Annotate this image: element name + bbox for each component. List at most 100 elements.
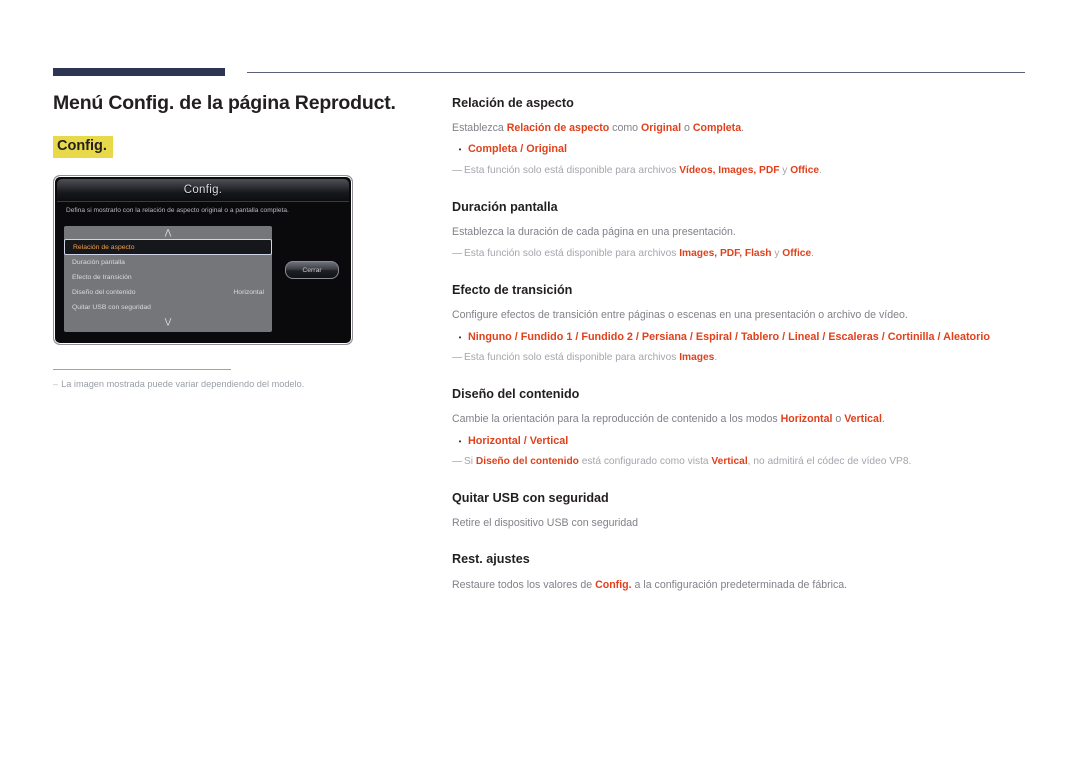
note-part: . [811,248,814,260]
section-title: Relación de aspecto [452,96,574,110]
caption-dash-icon: ‒ [53,379,59,390]
device-menu-item-value: Horizontal [233,289,264,297]
desc-text: a la configuración predeterminada de fáb… [631,578,848,591]
note-dash-icon: ― [452,352,462,364]
options-list: Horizontal / Vertical [468,434,569,447]
chevron-down-icon[interactable]: ⋁ [64,315,272,328]
options-list: Ninguno / Fundido 1 / Fundido 2 / Persia… [468,330,990,343]
rule-thin-line [247,72,1025,73]
bullet-point-icon: • [458,332,462,342]
image-caption: ‒ La imagen mostrada puede variar dependi… [53,379,304,391]
section-description: Cambie la orientación para la reproducci… [452,412,1030,426]
desc-text: Establezca [452,122,507,135]
desc-highlight: Relación de aspecto [506,122,610,135]
desc-highlight: Horizontal [780,413,833,426]
desc-highlight: Completa [692,122,742,135]
device-titlebar-divider [57,201,349,203]
options-bullet-row: • Ninguno / Fundido 1 / Fundido 2 / Pers… [452,331,1030,344]
device-menu-item-relacion-de-aspecto[interactable]: Relación de aspecto [64,239,272,256]
note-dash-icon: ― [452,165,462,177]
section-description: Establezca Relación de aspecto como Orig… [452,121,1030,135]
note-highlight: Office [782,248,812,260]
section-description: Restaure todos los valores de Config. a … [452,578,1030,592]
section-title: Quitar USB con seguridad [452,491,609,506]
device-menu-item-diseno-del-contenido[interactable]: Diseño del contenido Horizontal [64,285,272,300]
section-relacion-de-aspecto: Relación de aspecto Establezca Relación … [452,96,1030,178]
device-titlebar: Config. [57,179,349,202]
device-menu-item-duracion-pantalla[interactable]: Duración pantalla [64,255,272,270]
section-title: Rest. ajustes [452,552,530,567]
device-title: Config. [183,184,223,197]
bullet-point-icon: • [458,436,462,446]
device-menu-item-efecto-de-transicion[interactable]: Efecto de transición [64,270,272,285]
image-caption-block: ‒ La imagen mostrada puede variar dependi… [53,369,304,391]
note-part: y [771,248,783,260]
right-column: Relación de aspecto Establezca Relación … [452,96,1030,592]
bullet-point-icon: • [458,145,462,155]
note-highlight: Vídeos, Images, PDF [679,165,780,177]
device-screenshot-mockup: Config. Defina si mostrarlo con la relac… [53,175,353,346]
options-bullet-row: • Horizontal / Vertical [452,435,1030,448]
section-title: Duración pantalla [452,199,558,214]
note-text: Esta función solo está disponible para a… [464,164,822,178]
desc-text: . [741,122,745,135]
note-text: Si Diseño del contenido está configurado… [464,455,911,469]
note-highlight: Images, PDF, Flash [679,248,772,260]
section-rest-ajustes: Rest. ajustes Restaure todos los valores… [452,552,1030,591]
options-bullet-row: • Completa / Original [452,143,1030,156]
caption-text: La imagen mostrada puede variar dependie… [61,379,305,390]
desc-highlight: Original [641,122,682,135]
desc-text: Cambie la orientación para la reproducci… [452,413,781,426]
note-part: Esta función solo está disponible para a… [464,248,680,260]
section-title: Diseño del contenido [452,387,580,402]
note-highlight: Images [679,352,715,364]
section-description: Retire el dispositivo USB con seguridad [452,517,639,530]
config-section-tag: Config. [53,136,113,159]
section-description: Configure efectos de transición entre pá… [452,309,908,322]
caption-divider [53,369,231,371]
note-highlight: Vertical [711,456,748,468]
note-part: Esta función solo está disponible para a… [464,352,680,364]
note-part: está configurado como vista [578,456,712,468]
section-efecto-de-transicion: Efecto de transición Configure efectos d… [452,283,1030,365]
device-description: Defina si mostrarlo con la relación de a… [66,207,289,215]
section-title: Efecto de transición [452,283,573,298]
page-title: Menú Config. de la página Reproduct. [53,92,396,114]
note-text: Esta función solo está disponible para a… [464,247,814,261]
device-menu-item-quitar-usb-con-seguridad[interactable]: Quitar USB con seguridad [64,300,272,315]
note-part: Si [464,456,476,468]
left-column: Menú Config. de la página Reproduct. Con… [53,92,423,391]
device-close-button[interactable]: Cerrar [285,261,339,280]
desc-text: Restaure todos los valores de [452,578,596,591]
page-top-rule [53,66,1025,78]
section-note: ― Esta función solo está disponible para… [452,164,1030,178]
note-part: . [714,352,718,364]
note-part: . [819,165,822,177]
desc-text: o [681,122,693,135]
rule-thick-bar [53,68,225,76]
desc-text: . [881,413,885,426]
desc-highlight: Config. [595,578,632,591]
note-part: Esta función solo está disponible para a… [464,165,680,177]
note-part: y [779,165,791,177]
section-quitar-usb-con-seguridad: Quitar USB con seguridad Retire el dispo… [452,491,1030,530]
device-menu-item-label: Relación de aspecto [73,243,135,251]
device-menu-item-label: Duración pantalla [72,259,125,267]
note-text: Esta función solo está disponible para a… [464,351,717,365]
section-diseno-del-contenido: Diseño del contenido Cambie la orientaci… [452,387,1030,469]
note-dash-icon: ― [452,248,462,260]
device-menu-panel: ⋀ Relación de aspecto Duración pantalla … [64,226,272,333]
note-part: , no admitirá el códec de vídeo VP8. [747,456,912,468]
chevron-up-icon[interactable]: ⋀ [64,226,272,239]
section-duracion-pantalla: Duración pantalla Establezca la duración… [452,200,1030,261]
desc-text: como [609,122,642,135]
desc-text: o [832,413,845,426]
note-highlight: Office [790,165,820,177]
section-note: ― Esta función solo está disponible para… [452,247,1030,261]
device-menu-item-label: Diseño del contenido [72,289,136,297]
note-dash-icon: ― [452,456,462,468]
section-description: Establezca la duración de cada página en… [452,226,736,239]
note-highlight: Diseño del contenido [475,456,579,468]
section-note: ― Si Diseño del contenido está configura… [452,455,1030,469]
device-menu-item-label: Quitar USB con seguridad [72,304,151,312]
